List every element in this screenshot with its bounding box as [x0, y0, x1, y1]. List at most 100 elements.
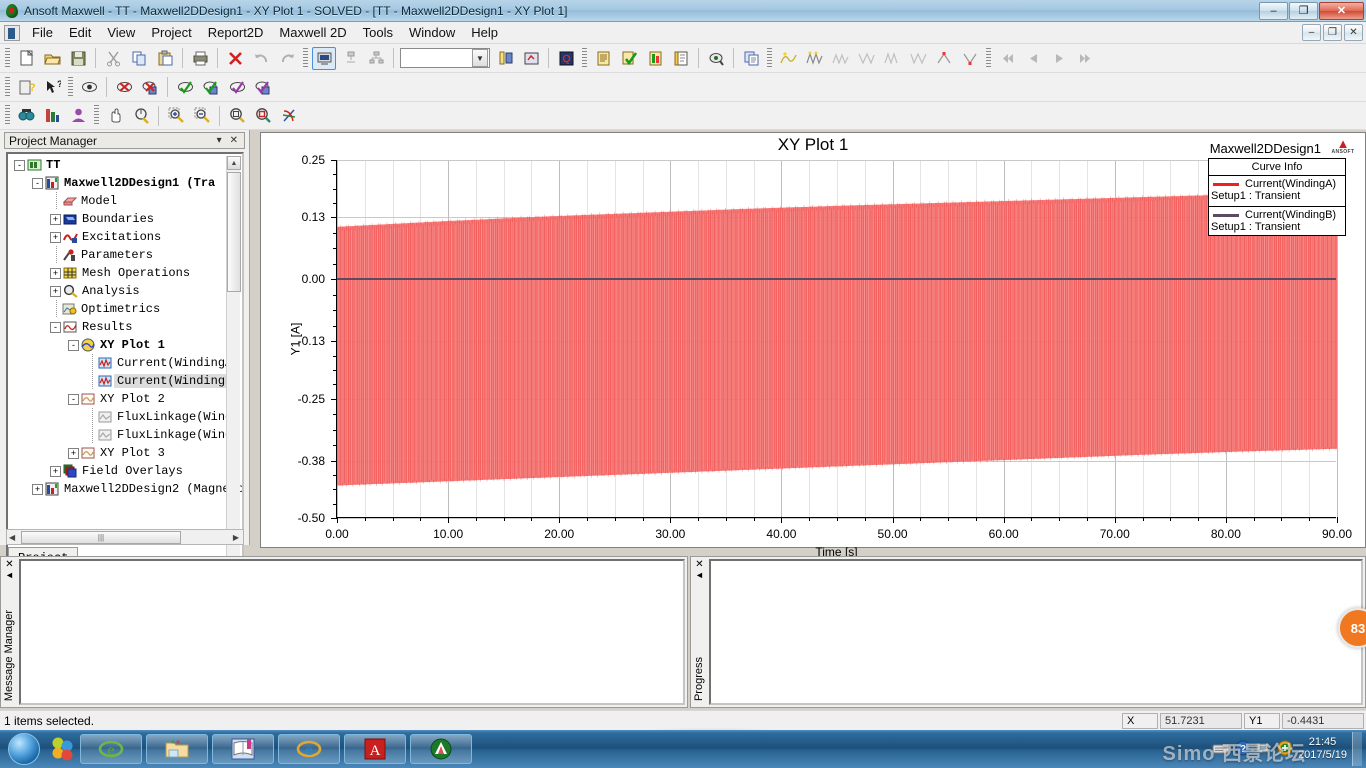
toolbar-grip[interactable]	[767, 47, 772, 69]
pin-icon[interactable]: ◄	[691, 570, 708, 580]
expand-toggle-icon[interactable]: +	[50, 285, 61, 297]
redo-icon[interactable]	[275, 47, 299, 70]
legend-entry-winding-a[interactable]: Current(WindingA) Setup1 : Transient	[1209, 176, 1345, 204]
zoom-out-icon[interactable]	[190, 104, 214, 127]
undo-icon[interactable]	[249, 47, 273, 70]
mdi-minimize-button[interactable]: –	[1302, 24, 1321, 41]
taskbar-item-internet-explorer[interactable]: e	[80, 734, 142, 764]
progress-content[interactable]	[709, 559, 1363, 705]
toolbar-grip[interactable]	[5, 105, 10, 126]
valley-marker-icon[interactable]	[958, 47, 982, 70]
tree-item-model[interactable]: Model	[8, 192, 230, 210]
hide-unselected-icon[interactable]	[138, 76, 162, 99]
tree-item-results[interactable]: - Results	[8, 318, 230, 336]
hscroll-thumb[interactable]: |||	[21, 530, 181, 544]
sweep1-icon[interactable]	[776, 47, 800, 70]
scroll-thumb[interactable]	[227, 172, 241, 292]
menu-view[interactable]: View	[99, 23, 143, 42]
scroll-right-icon[interactable]: ▶	[233, 533, 239, 542]
tree-item-current-windinga[interactable]: Current(WindingA	[8, 354, 232, 372]
message-manager-list[interactable]	[19, 559, 685, 705]
collapse-toggle-icon[interactable]: -	[32, 177, 43, 189]
pin-icon[interactable]: ◄	[1, 570, 18, 580]
rotate-icon[interactable]	[129, 104, 153, 127]
tree-item-mesh-operations[interactable]: + Mesh Operations	[8, 264, 230, 282]
tree-item-maxwell2ddesign2-magneto[interactable]: + Maxwell2DDesign2 (Magneto	[8, 480, 242, 498]
minimize-button[interactable]: –	[1259, 1, 1288, 20]
menu-file[interactable]: File	[24, 23, 61, 42]
tree-item-xy-plot-1[interactable]: - XY Plot 1	[8, 336, 230, 354]
show-objects-icon[interactable]	[199, 76, 223, 99]
update-icon[interactable]	[1277, 740, 1293, 759]
distributed-icon[interactable]	[364, 47, 388, 70]
tree-item-current-windingb[interactable]: Current(WindingB	[8, 372, 233, 390]
pan-hand-icon[interactable]	[103, 104, 127, 127]
show-all-window-icon[interactable]	[251, 76, 275, 99]
collapse-toggle-icon[interactable]: -	[50, 321, 61, 333]
close-icon[interactable]: ✕	[1, 557, 18, 570]
toolbar-grip[interactable]	[303, 47, 308, 69]
scroll-left-icon[interactable]: ◀	[9, 533, 15, 542]
sweep4-icon[interactable]	[854, 47, 878, 70]
taskbar-item-ansoft-maxwell[interactable]	[410, 734, 472, 764]
menu-window[interactable]: Window	[401, 23, 463, 42]
zoom-selection-icon[interactable]	[251, 104, 275, 127]
solution-setup-combo[interactable]: ▼	[400, 48, 490, 68]
play-icon[interactable]	[1047, 47, 1071, 70]
toolbar-grip[interactable]	[68, 76, 73, 98]
menu-report2d[interactable]: Report2D	[200, 23, 272, 42]
toolbar-grip[interactable]	[5, 76, 10, 98]
mdi-close-button[interactable]: ✕	[1344, 24, 1363, 41]
local-machine-icon[interactable]	[312, 46, 336, 70]
document-system-icon[interactable]	[4, 24, 20, 41]
chevron-down-icon[interactable]: ▼	[472, 49, 488, 67]
render-bars-icon[interactable]	[40, 104, 64, 127]
edit-notes-icon[interactable]	[704, 47, 728, 70]
network-icon[interactable]	[1256, 741, 1272, 758]
first-frame-icon[interactable]	[995, 47, 1019, 70]
analyze-all-icon[interactable]	[519, 47, 543, 70]
queue-icon[interactable]	[338, 47, 362, 70]
sweep3-icon[interactable]	[828, 47, 852, 70]
menu-edit[interactable]: Edit	[61, 23, 99, 42]
copy-report-icon[interactable]	[739, 47, 763, 70]
menu-project[interactable]: Project	[143, 23, 199, 42]
tree-item-optimetrics[interactable]: Optimetrics	[8, 300, 230, 318]
close-icon[interactable]: ✕	[226, 135, 242, 146]
legend-entry-winding-b[interactable]: Current(WindingB) Setup1 : Transient	[1209, 207, 1345, 235]
new-document-icon[interactable]	[14, 47, 38, 70]
zoom-in-icon[interactable]	[164, 104, 188, 127]
toolbar-grip[interactable]	[5, 47, 10, 69]
cut-scissors-icon[interactable]	[101, 47, 125, 70]
scroll-up-icon[interactable]: ▲	[227, 156, 241, 170]
toolbar-grip[interactable]	[94, 105, 99, 126]
open-folder-icon[interactable]	[40, 47, 64, 70]
tree-item-fluxlinkage-wind[interactable]: FluxLinkage(Wind	[8, 408, 232, 426]
copy-icon[interactable]	[127, 47, 151, 70]
mdi-restore-button[interactable]: ❐	[1323, 24, 1342, 41]
validation-check-icon[interactable]	[591, 47, 615, 70]
tree-item-boundaries[interactable]: + Boundaries	[8, 210, 230, 228]
zoom-fit-icon[interactable]	[225, 104, 249, 127]
chart-legend[interactable]: Curve Info Current(WindingA) Setup1 : Tr…	[1208, 158, 1346, 236]
toolbar-grip[interactable]	[986, 47, 991, 69]
close-icon[interactable]: ✕	[691, 557, 708, 570]
keyboard-ime-icon[interactable]	[1212, 741, 1230, 758]
start-orb-icon[interactable]	[2, 732, 46, 766]
axis-orient-icon[interactable]	[277, 104, 301, 127]
menu-help[interactable]: Help	[463, 23, 506, 42]
field-probe-icon[interactable]	[669, 47, 693, 70]
taskbar-clock[interactable]: 21:45 2017/5/19	[1298, 736, 1347, 762]
tree-item-fluxlinkage-wind[interactable]: FluxLinkage(Wind	[8, 426, 232, 444]
help-question-icon[interactable]: ?	[1235, 740, 1251, 759]
shell-colors-icon[interactable]	[48, 734, 76, 764]
delete-x-icon[interactable]	[223, 47, 247, 70]
paste-icon[interactable]	[153, 47, 177, 70]
taskbar-item-adobe-reader[interactable]: A	[344, 734, 406, 764]
taskbar-item-dictionary[interactable]	[212, 734, 274, 764]
prev-frame-icon[interactable]	[1021, 47, 1045, 70]
project-tree-scrollbar[interactable]: ▲ ▼	[226, 156, 241, 618]
tree-item-field-overlays[interactable]: + Field Overlays	[8, 462, 230, 480]
tree-item-tt[interactable]: - TT	[8, 156, 230, 174]
toolbar-grip[interactable]	[582, 47, 587, 69]
